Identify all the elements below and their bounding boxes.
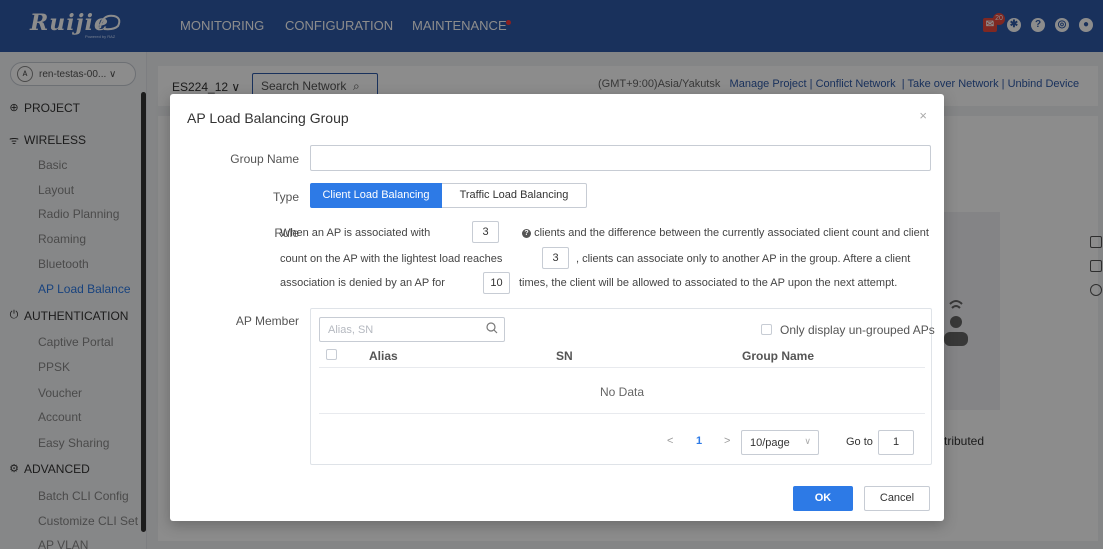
empty-state: No Data: [599, 385, 645, 399]
chevron-down-icon: ∨: [804, 436, 811, 446]
rule-deny-times-input[interactable]: 10: [483, 272, 510, 294]
footer-divider: [319, 413, 925, 414]
close-icon[interactable]: ×: [919, 108, 927, 123]
help-icon[interactable]: ?: [522, 229, 531, 238]
rule-text-6: times, the client will be allowed to ass…: [519, 277, 898, 289]
select-all-checkbox[interactable]: [326, 349, 337, 360]
next-page-button[interactable]: >: [724, 435, 730, 447]
rule-text-2-label: clients and the difference between the c…: [534, 227, 929, 239]
ap-member-label: AP Member: [235, 314, 299, 328]
rule-text-3: count on the AP with the lightest load r…: [280, 253, 503, 265]
ap-load-balancing-group-dialog: AP Load Balancing Group × Group Name Typ…: [170, 94, 944, 521]
header-divider: [319, 367, 925, 368]
cancel-button[interactable]: Cancel: [864, 486, 930, 511]
rule-client-count-input[interactable]: 3: [472, 221, 499, 243]
goto-label: Go to: [846, 436, 873, 448]
page-size-value: 10/page: [750, 437, 790, 449]
ok-button[interactable]: OK: [793, 486, 853, 511]
group-name-input[interactable]: [310, 145, 931, 171]
type-label: Type: [272, 190, 299, 204]
prev-page-button[interactable]: <: [667, 435, 673, 447]
rule-difference-input[interactable]: 3: [542, 247, 569, 269]
only-ungrouped-checkbox[interactable]: Only display un-grouped APs: [761, 323, 935, 337]
rule-text-4: , clients can associate only to another …: [576, 253, 911, 265]
only-ungrouped-label: Only display un-grouped APs: [780, 323, 935, 337]
page-1-button[interactable]: 1: [696, 435, 702, 447]
rule-text-2: ? clients and the difference between the…: [522, 227, 929, 239]
goto-page-input[interactable]: 1: [878, 430, 914, 455]
member-search-input[interactable]: Alias, SN: [319, 317, 505, 342]
group-name-label: Group Name: [230, 152, 299, 166]
member-search-placeholder: Alias, SN: [328, 324, 374, 336]
column-group-name: Group Name: [742, 349, 815, 363]
column-sn: SN: [556, 349, 573, 363]
type-client-load-balancing[interactable]: Client Load Balancing: [310, 183, 442, 208]
rule-text-1: When an AP is associated with: [280, 227, 431, 239]
search-icon: [486, 322, 498, 337]
dialog-title: AP Load Balancing Group: [187, 110, 349, 126]
type-traffic-load-balancing[interactable]: Traffic Load Balancing: [442, 183, 587, 208]
page-size-select[interactable]: 10/page ∨: [741, 430, 819, 455]
checkbox-icon[interactable]: [761, 324, 772, 335]
ap-member-table: Alias, SN Only display un-grouped APs Al…: [310, 308, 935, 465]
column-alias: Alias: [369, 349, 398, 363]
rule-text-5: association is denied by an AP for: [280, 277, 445, 289]
